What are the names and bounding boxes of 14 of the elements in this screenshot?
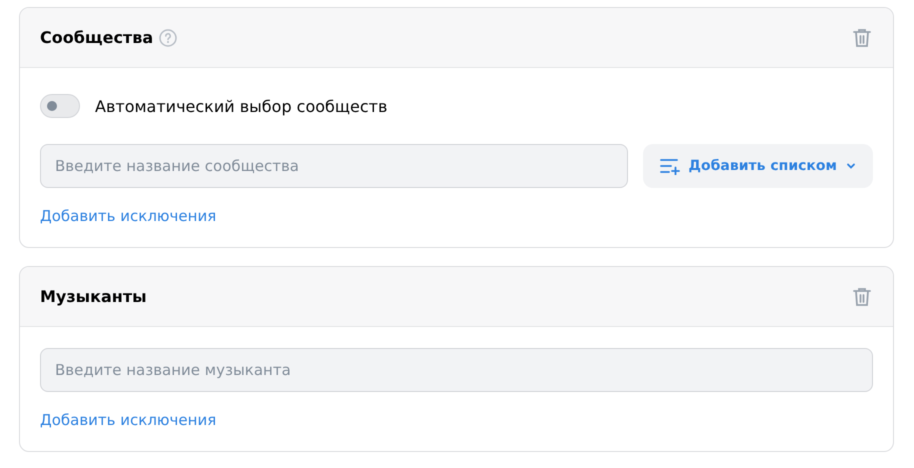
list-add-icon bbox=[658, 157, 681, 175]
search-field[interactable]: Введите название сообщества bbox=[40, 144, 628, 188]
section-title: Музыканты bbox=[40, 287, 147, 306]
trash-icon[interactable] bbox=[851, 286, 873, 308]
caret-icon bbox=[845, 162, 857, 170]
toggle-switch[interactable] bbox=[40, 94, 80, 118]
add-exceptions-link[interactable]: Добавить исключения bbox=[40, 207, 216, 225]
add-list-button[interactable]: Добавить списком bbox=[642, 144, 873, 188]
search-field[interactable]: Введите название музыканта bbox=[40, 348, 873, 392]
add-exceptions-link[interactable]: Добавить исключения bbox=[40, 411, 216, 429]
section-title: Сообщества bbox=[40, 28, 154, 47]
trash-icon[interactable] bbox=[851, 26, 873, 48]
help-icon[interactable] bbox=[159, 28, 178, 46]
toggle-label: Автоматический выбор сообществ bbox=[95, 96, 388, 116]
